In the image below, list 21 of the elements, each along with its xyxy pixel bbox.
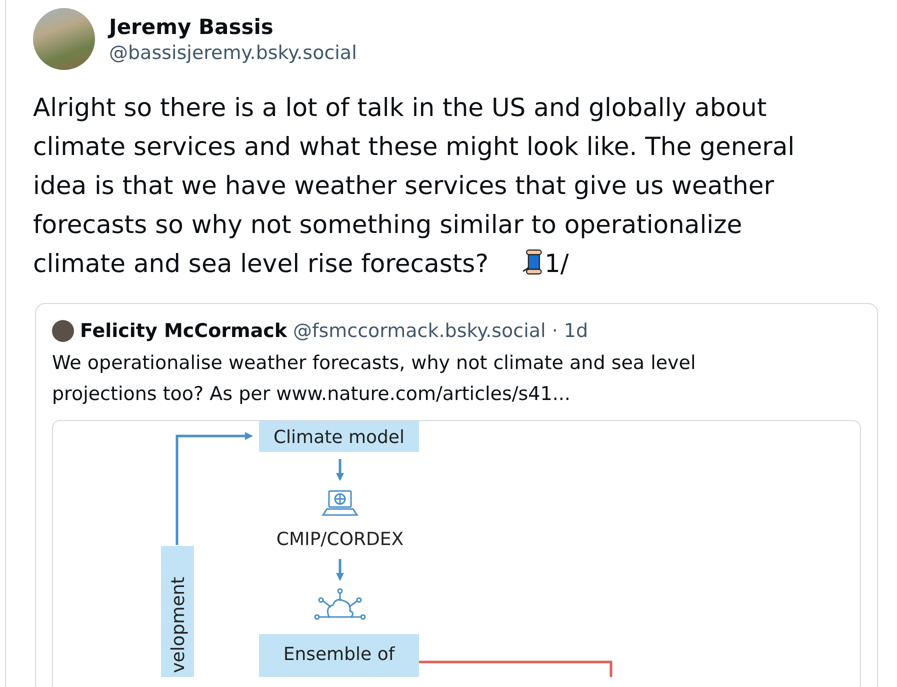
- laptop-globe-icon: [322, 490, 358, 516]
- quoted-author-handle: @fsmccormack.bsky.social: [293, 320, 546, 342]
- cloud-network-icon: [314, 588, 366, 620]
- ensemble-box: Ensemble of: [259, 634, 419, 677]
- diagram-image[interactable]: Climate model CMIP/CORDEX Ensemble of velopment: [52, 420, 861, 687]
- side-box: velopment: [161, 546, 194, 677]
- author-handle[interactable]: @bassisjeremy.bsky.social: [109, 42, 357, 64]
- cmip-cordex-label: CMIP/CORDEX: [276, 529, 404, 550]
- climate-model-box: Climate model: [259, 421, 419, 452]
- thread-marker: 1/: [544, 249, 569, 278]
- down-arrow: [336, 559, 344, 581]
- thread-spool-icon: [522, 249, 544, 275]
- quoted-post-text: We operationalise weather forecasts, why not climate and sea level projections too? As per www.nature.com/articles/s41...: [52, 351, 697, 407]
- post-text: Alright so there is a lot of talk in the US and globally about climate services and what these might look like. The general idea is that we have weather services that give us weather forecasts so why not something similar to operationalize climate and sea level rise forecasts? 1/: [33, 92, 796, 280]
- down-arrow: [336, 459, 344, 481]
- quoted-post-card[interactable]: [35, 303, 878, 687]
- quoted-avatar-photo-placeholder: [52, 320, 74, 342]
- author-name[interactable]: Jeremy Bassis: [109, 14, 357, 38]
- quoted-author-name: Felicity McCormack: [80, 320, 288, 342]
- separator-dot: ·: [552, 320, 558, 342]
- post-time: 1d: [564, 320, 588, 342]
